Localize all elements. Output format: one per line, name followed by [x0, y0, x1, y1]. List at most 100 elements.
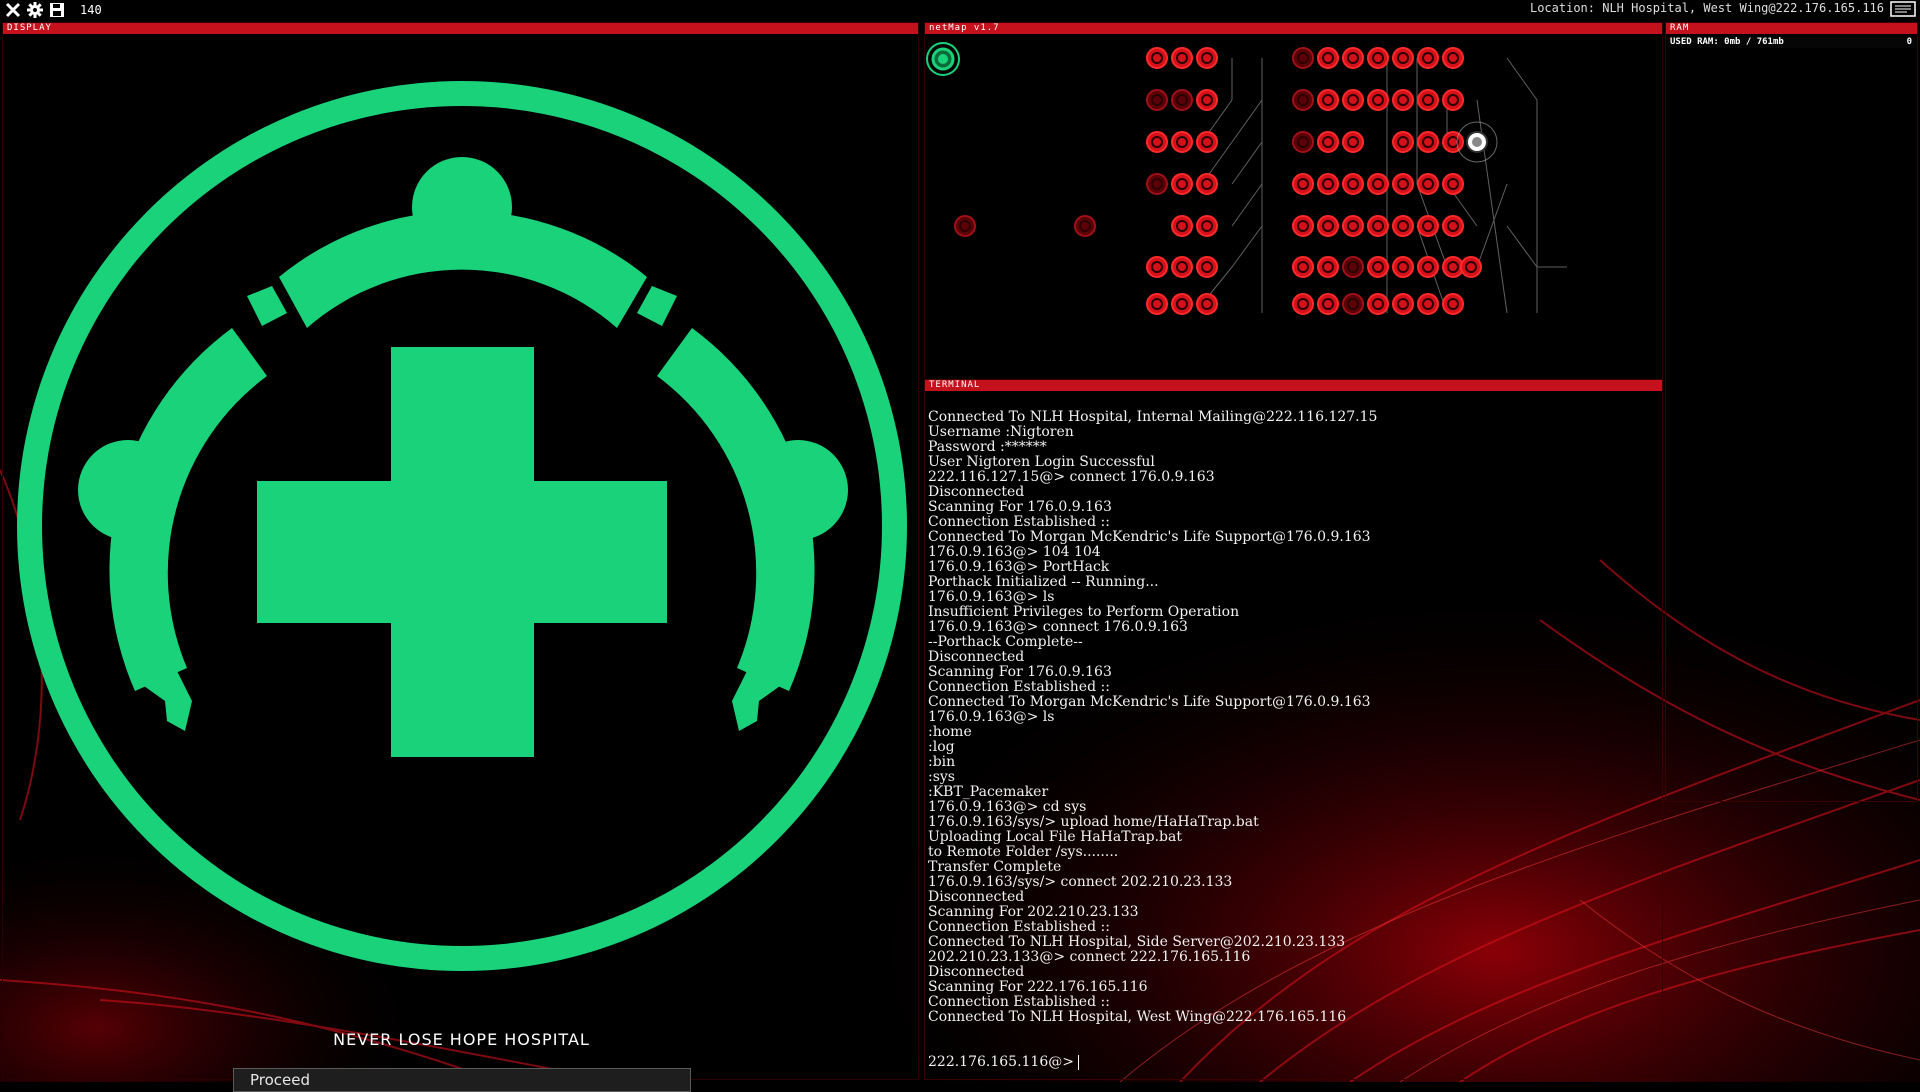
network-node[interactable] — [1392, 89, 1414, 111]
network-node[interactable] — [1342, 47, 1364, 69]
close-icon[interactable] — [4, 1, 22, 19]
network-node[interactable] — [1392, 47, 1414, 69]
network-node[interactable] — [1146, 131, 1168, 153]
network-node[interactable] — [1342, 89, 1364, 111]
network-node[interactable] — [1442, 89, 1464, 111]
terminal-line: Scanning For 222.176.165.116 — [928, 979, 1148, 995]
network-node[interactable] — [1317, 256, 1339, 278]
network-node[interactable] — [1196, 173, 1218, 195]
network-node[interactable] — [1342, 256, 1364, 278]
terminal-line: Username :Nigtoren — [928, 424, 1074, 440]
display-panel: DISPLAY NEVER LOSE HOPE HOSPITAL Proceed — [2, 22, 919, 1092]
terminal-line: Connection Established :: — [928, 919, 1110, 935]
network-node[interactable] — [1074, 215, 1096, 237]
network-node[interactable] — [1442, 293, 1464, 315]
network-node[interactable] — [1292, 293, 1314, 315]
save-icon[interactable] — [48, 1, 66, 19]
terminal-line: Connected To NLH Hospital, West Wing@222… — [928, 1009, 1347, 1025]
network-node[interactable] — [1171, 89, 1193, 111]
terminal-line: Uploading Local File HaHaTrap.bat — [928, 829, 1182, 845]
network-node[interactable] — [1317, 131, 1339, 153]
network-node[interactable] — [1342, 131, 1364, 153]
network-node[interactable] — [1171, 173, 1193, 195]
terminal-line: 176.0.9.163@> ls — [928, 589, 1055, 605]
network-node[interactable] — [1367, 215, 1389, 237]
network-node[interactable] — [1317, 47, 1339, 69]
network-node[interactable] — [1417, 47, 1439, 69]
network-node[interactable] — [1292, 173, 1314, 195]
network-node[interactable] — [1171, 215, 1193, 237]
network-node[interactable] — [954, 215, 976, 237]
network-node[interactable] — [1292, 256, 1314, 278]
network-node[interactable] — [1146, 256, 1168, 278]
network-node[interactable] — [1342, 215, 1364, 237]
terminal-line: Scanning For 176.0.9.163 — [928, 664, 1112, 680]
network-node[interactable] — [1417, 89, 1439, 111]
network-node[interactable] — [1417, 293, 1439, 315]
network-node[interactable] — [1367, 47, 1389, 69]
network-node[interactable] — [1146, 47, 1168, 69]
network-node[interactable] — [1460, 256, 1482, 278]
network-node[interactable] — [1292, 47, 1314, 69]
network-node[interactable] — [1442, 173, 1464, 195]
network-node[interactable] — [1342, 293, 1364, 315]
ram-panel: RAM USED RAM: 0mb / 761mb 0 — [1665, 22, 1918, 802]
network-node[interactable] — [1417, 215, 1439, 237]
network-node[interactable] — [1442, 215, 1464, 237]
medical-cross-logo — [17, 81, 907, 971]
network-node[interactable] — [1146, 293, 1168, 315]
network-node[interactable] — [1417, 131, 1439, 153]
network-node[interactable] — [1392, 215, 1414, 237]
network-node[interactable] — [1196, 215, 1218, 237]
network-node[interactable] — [1317, 173, 1339, 195]
network-node[interactable] — [1196, 47, 1218, 69]
network-node[interactable] — [1367, 256, 1389, 278]
location-text: Location: NLH Hospital, West Wing@222.17… — [1529, 1, 1884, 15]
network-node[interactable] — [1196, 293, 1218, 315]
terminal-line: 176.0.9.163@> PortHack — [928, 559, 1110, 575]
network-node[interactable] — [1367, 293, 1389, 315]
network-node[interactable] — [1342, 173, 1364, 195]
network-node[interactable] — [1392, 173, 1414, 195]
network-node[interactable] — [1392, 256, 1414, 278]
network-node[interactable] — [1317, 89, 1339, 111]
ram-usage-bar: USED RAM: 0mb / 761mb 0 — [1667, 37, 1916, 48]
network-node[interactable] — [1292, 131, 1314, 153]
home-node[interactable] — [926, 42, 960, 76]
network-node[interactable] — [1171, 131, 1193, 153]
terminal-line: Porthack Initialized -- Running... — [928, 574, 1159, 590]
gear-icon[interactable] — [26, 1, 44, 19]
network-node[interactable] — [1392, 131, 1414, 153]
network-node[interactable] — [1367, 89, 1389, 111]
terminal-line: :sys — [928, 769, 955, 785]
network-node[interactable] — [1417, 256, 1439, 278]
network-node[interactable] — [1392, 293, 1414, 315]
terminal-line: Connection Established :: — [928, 514, 1110, 530]
network-node[interactable] — [1417, 173, 1439, 195]
counter-text: 140 — [80, 3, 102, 17]
network-node[interactable] — [1367, 173, 1389, 195]
network-node[interactable] — [1171, 293, 1193, 315]
network-node[interactable] — [1171, 256, 1193, 278]
terminal-line: Scanning For 176.0.9.163 — [928, 499, 1112, 515]
network-node[interactable] — [1442, 131, 1464, 153]
proceed-button[interactable]: Proceed — [233, 1068, 691, 1092]
network-node[interactable] — [1171, 47, 1193, 69]
terminal-prompt: 222.176.165.116@> — [928, 1054, 1074, 1070]
network-node[interactable] — [1196, 131, 1218, 153]
network-node[interactable] — [1442, 47, 1464, 69]
terminal-input[interactable]: 222.176.165.116@> — [928, 1054, 1658, 1072]
network-node[interactable] — [1292, 89, 1314, 111]
network-node[interactable] — [1196, 89, 1218, 111]
mail-icon[interactable] — [1890, 1, 1916, 19]
network-node[interactable] — [1146, 173, 1168, 195]
terminal-output: Connected To NLH Hospital, Internal Mail… — [928, 410, 1658, 1025]
network-node[interactable] — [1196, 256, 1218, 278]
netmap-graph[interactable] — [925, 34, 1664, 381]
ram-usage-label: USED RAM: 0mb / 761mb — [1670, 37, 1784, 47]
terminal-line: 176.0.9.163@> 104 104 — [928, 544, 1101, 560]
network-node[interactable] — [1317, 215, 1339, 237]
network-node[interactable] — [1317, 293, 1339, 315]
network-node[interactable] — [1146, 89, 1168, 111]
network-node[interactable] — [1292, 215, 1314, 237]
